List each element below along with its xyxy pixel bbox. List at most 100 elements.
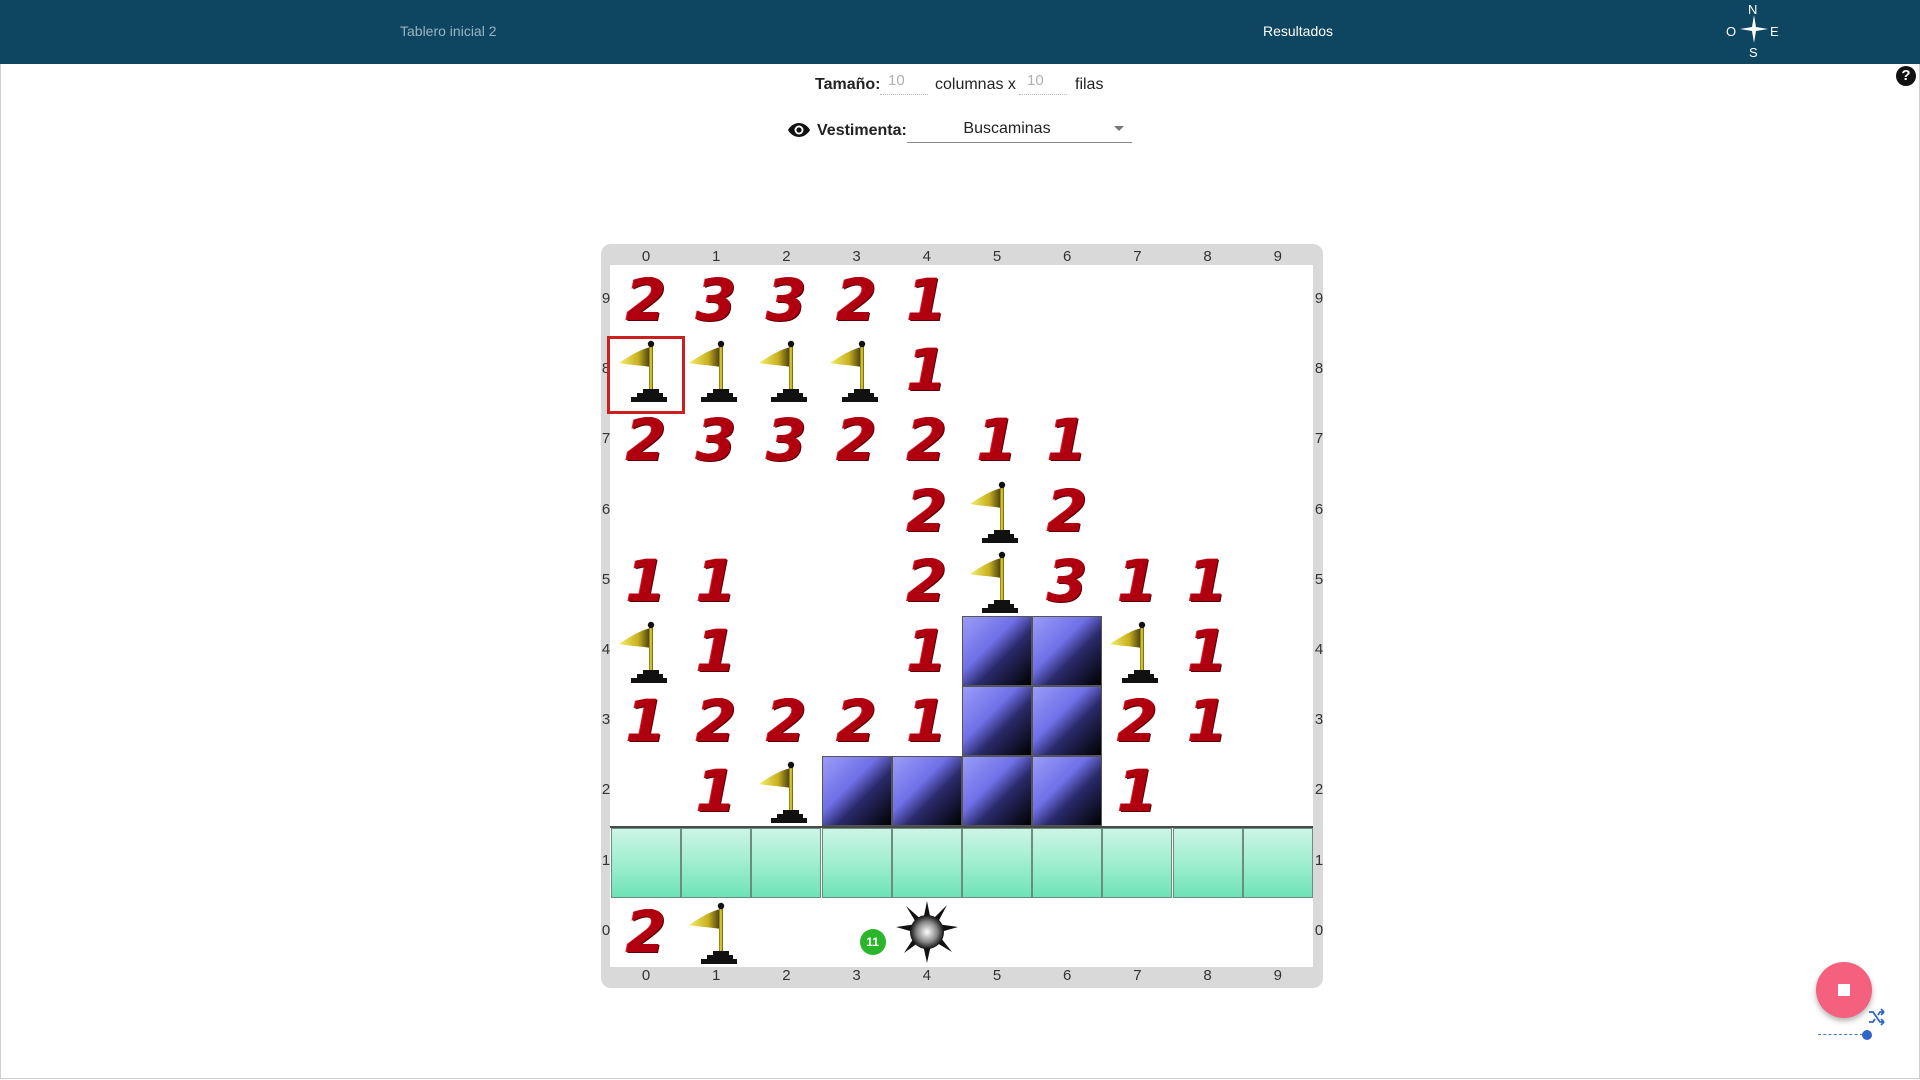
mine-count-number: 2 bbox=[625, 406, 667, 475]
floor-cell[interactable] bbox=[751, 827, 822, 898]
floor-cell[interactable] bbox=[1102, 827, 1173, 898]
mine-count-cell[interactable]: 1 bbox=[611, 546, 681, 616]
mine-count-cell[interactable]: 2 bbox=[822, 686, 892, 756]
wall-cell[interactable] bbox=[1032, 616, 1103, 686]
mine-icon[interactable] bbox=[892, 897, 962, 967]
floor-cell[interactable] bbox=[962, 827, 1032, 898]
mine-count-cell[interactable]: 3 bbox=[1032, 546, 1102, 616]
mine-count-cell[interactable]: 2 bbox=[611, 897, 681, 967]
col-label-top: 6 bbox=[1063, 248, 1072, 265]
flag-icon[interactable] bbox=[681, 897, 751, 967]
floor-cell[interactable] bbox=[1032, 827, 1103, 898]
tab-results[interactable]: Resultados bbox=[1263, 23, 1333, 39]
floor-cell[interactable] bbox=[821, 827, 892, 898]
mine-count-cell[interactable]: 2 bbox=[611, 265, 681, 335]
rows-input[interactable]: 10 bbox=[1019, 72, 1067, 95]
col-label-bottom: 1 bbox=[712, 967, 721, 984]
size-label: Tamaño: bbox=[815, 76, 881, 93]
mine-count-cell[interactable]: 2 bbox=[822, 405, 892, 475]
columns-input[interactable]: 10 bbox=[880, 72, 928, 95]
mine-count-cell[interactable]: 2 bbox=[892, 546, 962, 616]
mine-count-number: 1 bbox=[1187, 687, 1228, 756]
stop-button[interactable] bbox=[1816, 962, 1872, 1018]
flag-icon[interactable] bbox=[1102, 616, 1172, 686]
mine-count-cell[interactable]: 1 bbox=[611, 686, 681, 756]
mine-count-cell[interactable]: 3 bbox=[681, 405, 751, 475]
mine-count-cell[interactable]: 3 bbox=[681, 265, 751, 335]
speed-slider[interactable] bbox=[1818, 1030, 1872, 1040]
tab-initial-board[interactable]: Tablero inicial 2 bbox=[400, 23, 497, 39]
col-label-bottom: 4 bbox=[922, 967, 931, 984]
row-label-right: 9 bbox=[1314, 290, 1324, 307]
flag-icon[interactable] bbox=[962, 476, 1032, 546]
flag-icon[interactable] bbox=[962, 546, 1032, 616]
mine-count-cell[interactable]: 1 bbox=[892, 686, 962, 756]
help-icon[interactable]: ? bbox=[1896, 66, 1916, 86]
mine-count-number: 2 bbox=[1047, 476, 1088, 545]
mine-count-number: 3 bbox=[696, 266, 737, 334]
flag-icon[interactable] bbox=[822, 335, 892, 405]
flag-icon[interactable] bbox=[681, 335, 751, 405]
mine-count-cell[interactable]: 1 bbox=[1173, 546, 1243, 616]
mine-count-cell[interactable]: 2 bbox=[751, 686, 821, 756]
col-label-bottom: 3 bbox=[852, 967, 861, 984]
mine-count-cell[interactable]: 1 bbox=[892, 616, 962, 686]
outfit-row: Vestimenta: Buscaminas bbox=[787, 116, 1137, 146]
wall-cell[interactable] bbox=[891, 756, 962, 827]
floor-cell[interactable] bbox=[681, 827, 752, 898]
floor-cell[interactable] bbox=[1172, 827, 1243, 898]
mine-count-cell[interactable]: 1 bbox=[892, 265, 962, 335]
mine-count-cell[interactable]: 1 bbox=[1032, 405, 1102, 475]
row-label-left: 2 bbox=[601, 781, 611, 799]
flag-icon[interactable] bbox=[751, 335, 821, 405]
mine-count-number: 1 bbox=[1117, 757, 1158, 826]
mine-count-cell[interactable]: 2 bbox=[892, 405, 962, 475]
mine-count-number: 1 bbox=[1187, 617, 1228, 685]
eye-icon[interactable] bbox=[787, 122, 811, 138]
floor-cell[interactable] bbox=[611, 827, 681, 898]
mine-count-number: 2 bbox=[696, 687, 737, 756]
mine-count-cell[interactable]: 2 bbox=[681, 686, 751, 756]
row-label-right: 7 bbox=[1314, 430, 1324, 448]
mine-count-number: 2 bbox=[906, 476, 947, 545]
wall-cell[interactable] bbox=[1032, 686, 1103, 757]
speed-slider-knob[interactable] bbox=[1862, 1030, 1872, 1040]
outfit-select[interactable]: Buscaminas bbox=[907, 116, 1132, 143]
mine-count-cell[interactable]: 1 bbox=[681, 546, 751, 616]
mine-count-cell[interactable]: 1 bbox=[962, 405, 1032, 475]
mine-count-cell[interactable]: 1 bbox=[1102, 756, 1172, 826]
wall-cell[interactable] bbox=[962, 616, 1032, 686]
floor-cell[interactable] bbox=[1242, 827, 1313, 898]
mine-count-cell[interactable]: 3 bbox=[751, 265, 821, 335]
mine-count-cell[interactable]: 3 bbox=[751, 405, 821, 475]
mine-count-cell[interactable]: 1 bbox=[681, 756, 751, 826]
outfit-label: Vestimenta: bbox=[817, 122, 907, 139]
mine-count-cell[interactable]: 2 bbox=[822, 265, 892, 335]
mine-count-number: 1 bbox=[696, 617, 737, 685]
mine-count-cell[interactable]: 1 bbox=[1102, 546, 1172, 616]
mine-count-cell[interactable]: 1 bbox=[681, 616, 751, 686]
flag-icon[interactable] bbox=[751, 756, 821, 826]
mine-count-cell[interactable]: 2 bbox=[1102, 686, 1172, 756]
mine-count-number: 3 bbox=[1047, 546, 1088, 615]
mine-count-number: 1 bbox=[625, 687, 667, 756]
mine-count-cell[interactable]: 2 bbox=[611, 405, 681, 475]
compass-icon: N S O E bbox=[1718, 0, 1788, 64]
wall-cell[interactable] bbox=[962, 756, 1032, 827]
mine-count-cell[interactable]: 2 bbox=[892, 476, 962, 546]
floor-cell[interactable] bbox=[891, 827, 962, 898]
mine-count-cell[interactable]: 1 bbox=[892, 335, 962, 405]
mine-count-cell[interactable]: 2 bbox=[1032, 476, 1102, 546]
mine-count-cell[interactable]: 1 bbox=[1173, 616, 1243, 686]
row-label-right: 2 bbox=[1314, 781, 1324, 799]
flag-icon[interactable] bbox=[611, 616, 681, 686]
shuffle-icon[interactable] bbox=[1868, 1008, 1886, 1026]
mine-count-number: 2 bbox=[766, 687, 807, 756]
wall-cell[interactable] bbox=[821, 756, 892, 827]
row-label-right: 1 bbox=[1314, 851, 1324, 869]
wall-cell[interactable] bbox=[962, 686, 1032, 757]
wall-cell[interactable] bbox=[1032, 756, 1103, 827]
mine-count-cell[interactable]: 1 bbox=[1173, 686, 1243, 756]
col-label-top: 3 bbox=[852, 248, 861, 265]
col-label-bottom: 9 bbox=[1273, 967, 1282, 984]
